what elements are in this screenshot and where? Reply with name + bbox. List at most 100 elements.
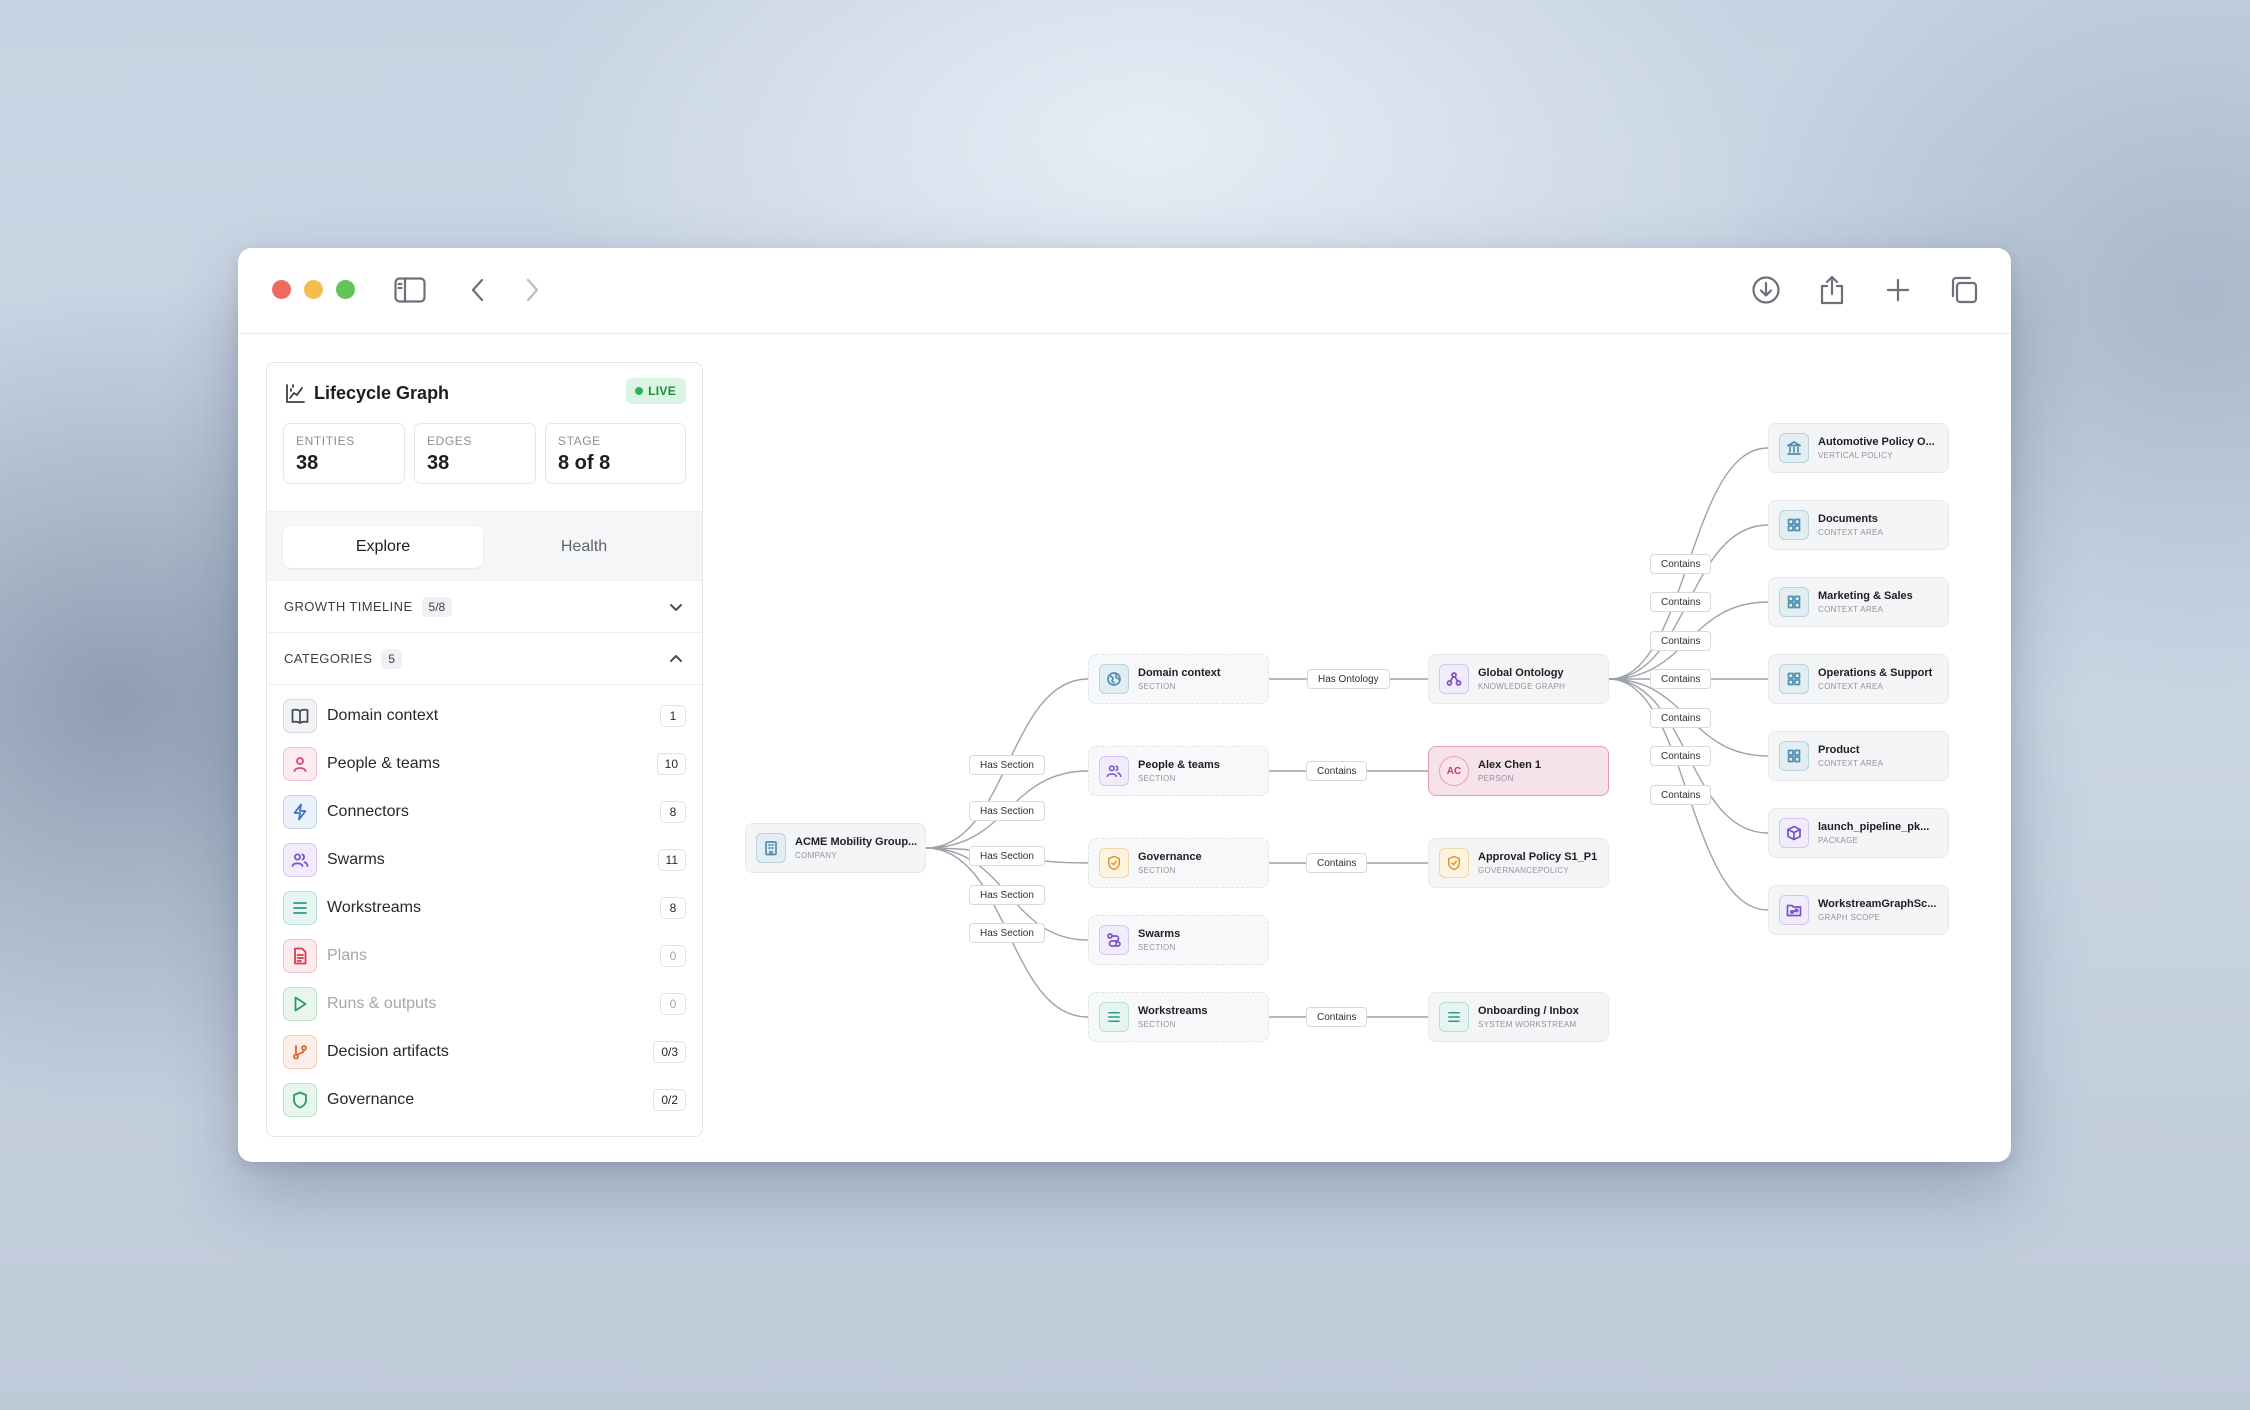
category-people-teams[interactable]: People & teams 10 bbox=[283, 744, 686, 784]
categories-badge: 5 bbox=[381, 648, 402, 669]
list-icon bbox=[1439, 1002, 1469, 1032]
growth-timeline-badge: 5/8 bbox=[421, 596, 453, 617]
building-icon bbox=[756, 833, 786, 863]
category-count: 1 bbox=[660, 705, 686, 727]
bank-icon bbox=[1779, 433, 1809, 463]
category-label: Decision artifacts bbox=[327, 1043, 449, 1060]
node-type: CONTEXT AREA bbox=[1818, 759, 1884, 768]
plus-icon[interactable] bbox=[1880, 272, 1916, 308]
category-swarms[interactable]: Swarms 11 bbox=[283, 840, 686, 880]
node-product[interactable]: Product CONTEXT AREA bbox=[1768, 731, 1949, 781]
package-icon bbox=[1779, 818, 1809, 848]
node-documents[interactable]: Documents CONTEXT AREA bbox=[1768, 500, 1949, 550]
category-workstreams[interactable]: Workstreams 8 bbox=[283, 888, 686, 928]
node-automotive-policy[interactable]: Automotive Policy O... VERTICAL POLICY bbox=[1768, 423, 1949, 473]
tabs-icon[interactable] bbox=[1946, 272, 1982, 308]
growth-timeline-toggle[interactable]: GROWTH TIMELINE 5/8 bbox=[267, 581, 702, 633]
node-type: KNOWLEDGE GRAPH bbox=[1478, 682, 1566, 691]
node-type: CONTEXT AREA bbox=[1818, 605, 1884, 614]
node-type: GOVERNANCEPOLICY bbox=[1478, 866, 1570, 875]
category-connectors[interactable]: Connectors 8 bbox=[283, 792, 686, 832]
node-launch-pipeline[interactable]: launch_pipeline_pk... PACKAGE bbox=[1768, 808, 1949, 858]
category-plans[interactable]: Plans 0 bbox=[283, 936, 686, 976]
forward-icon[interactable] bbox=[514, 272, 550, 308]
branch-icon bbox=[283, 1035, 317, 1069]
node-name: Marketing & Sales bbox=[1818, 590, 1913, 602]
node-marketing-sales[interactable]: Marketing & Sales CONTEXT AREA bbox=[1768, 577, 1949, 627]
category-label: Runs & outputs bbox=[327, 995, 437, 1012]
avatar: AC bbox=[1439, 756, 1469, 786]
node-name: Domain context bbox=[1138, 667, 1221, 679]
category-label: Governance bbox=[327, 1091, 415, 1108]
grid-icon bbox=[1779, 664, 1809, 694]
edge-label-contains: Contains bbox=[1650, 785, 1712, 805]
edge-label-contains: Contains bbox=[1650, 746, 1712, 766]
category-label: People & teams bbox=[327, 755, 440, 772]
node-global-ontology[interactable]: Global Ontology KNOWLEDGE GRAPH bbox=[1428, 654, 1609, 704]
grid-icon bbox=[1779, 741, 1809, 771]
edge-label-contains: Contains bbox=[1650, 631, 1712, 651]
share-icon[interactable] bbox=[1814, 272, 1850, 308]
node-type: COMPANY bbox=[795, 851, 837, 860]
stat-stage: STAGE 8 of 8 bbox=[545, 423, 686, 484]
node-name: Onboarding / Inbox bbox=[1478, 1005, 1579, 1017]
category-count: 0 bbox=[660, 993, 686, 1015]
node-alex-chen[interactable]: AC Alex Chen 1 PERSON bbox=[1428, 746, 1609, 796]
node-name: ACME Mobility Group... bbox=[795, 836, 918, 848]
node-type: CONTEXT AREA bbox=[1818, 682, 1884, 691]
node-domain-context[interactable]: Domain context SECTION bbox=[1088, 654, 1269, 704]
play-icon bbox=[283, 987, 317, 1021]
tab-explore[interactable]: Explore bbox=[283, 526, 483, 568]
download-icon[interactable] bbox=[1748, 272, 1784, 308]
node-approval-policy[interactable]: Approval Policy S1_P1 GOVERNANCEPOLICY bbox=[1428, 838, 1609, 888]
category-decision-artifacts[interactable]: Decision artifacts 0/3 bbox=[283, 1032, 686, 1072]
stat-value: 38 bbox=[296, 452, 319, 474]
edge-label-contains: Contains bbox=[1306, 761, 1368, 781]
category-label: Swarms bbox=[327, 851, 385, 868]
category-domain-context[interactable]: Domain context 1 bbox=[283, 696, 686, 736]
grid-icon bbox=[1779, 510, 1809, 540]
categories-toggle[interactable]: CATEGORIES 5 bbox=[267, 633, 702, 685]
node-name: Automotive Policy O... bbox=[1818, 436, 1935, 448]
node-name: WorkstreamGraphSc... bbox=[1818, 898, 1937, 910]
category-count: 8 bbox=[660, 897, 686, 919]
tab-health[interactable]: Health bbox=[484, 526, 684, 568]
node-people-teams[interactable]: People & teams SECTION bbox=[1088, 746, 1269, 796]
node-name: Swarms bbox=[1138, 928, 1181, 940]
node-workstreams[interactable]: Workstreams SECTION bbox=[1088, 992, 1269, 1042]
back-icon[interactable] bbox=[460, 272, 496, 308]
sidebar-icon[interactable] bbox=[392, 272, 428, 308]
node-type: SECTION bbox=[1138, 682, 1176, 691]
stat-label: ENTITIES bbox=[296, 434, 355, 448]
edge-label-contains: Contains bbox=[1650, 708, 1712, 728]
grid-icon bbox=[1779, 587, 1809, 617]
category-runs-outputs[interactable]: Runs & outputs 0 bbox=[283, 984, 686, 1024]
node-operations-support[interactable]: Operations & Support CONTEXT AREA bbox=[1768, 654, 1949, 704]
document-icon bbox=[283, 939, 317, 973]
node-type: SECTION bbox=[1138, 1020, 1176, 1029]
edge-label-has-section: Has Section bbox=[969, 801, 1045, 821]
close-window-button[interactable] bbox=[272, 280, 291, 299]
category-governance[interactable]: Governance 0/2 bbox=[283, 1080, 686, 1120]
node-type: CONTEXT AREA bbox=[1818, 528, 1884, 537]
category-count: 10 bbox=[656, 753, 686, 775]
route-icon bbox=[1099, 925, 1129, 955]
zoom-window-button[interactable] bbox=[336, 280, 355, 299]
minimize-window-button[interactable] bbox=[304, 280, 323, 299]
category-count: 11 bbox=[657, 849, 686, 871]
node-type: VERTICAL POLICY bbox=[1818, 451, 1893, 460]
node-governance[interactable]: Governance SECTION bbox=[1088, 838, 1269, 888]
node-name: People & teams bbox=[1138, 759, 1220, 771]
node-workstream-graph-scope[interactable]: WorkstreamGraphSc... GRAPH SCOPE bbox=[1768, 885, 1949, 935]
live-badge: LIVE bbox=[626, 378, 686, 404]
stat-edges: EDGES 38 bbox=[414, 423, 536, 484]
node-onboarding-inbox[interactable]: Onboarding / Inbox SYSTEM WORKSTREAM bbox=[1428, 992, 1609, 1042]
node-swarms[interactable]: Swarms SECTION bbox=[1088, 915, 1269, 965]
node-company[interactable]: ACME Mobility Group... COMPANY bbox=[745, 823, 926, 873]
list-icon bbox=[283, 891, 317, 925]
categories-label: CATEGORIES bbox=[284, 651, 373, 666]
edge-label-has-section: Has Section bbox=[969, 923, 1045, 943]
lifecycle-chart-icon bbox=[284, 383, 306, 405]
group-icon bbox=[283, 843, 317, 877]
live-dot-icon bbox=[635, 387, 644, 395]
